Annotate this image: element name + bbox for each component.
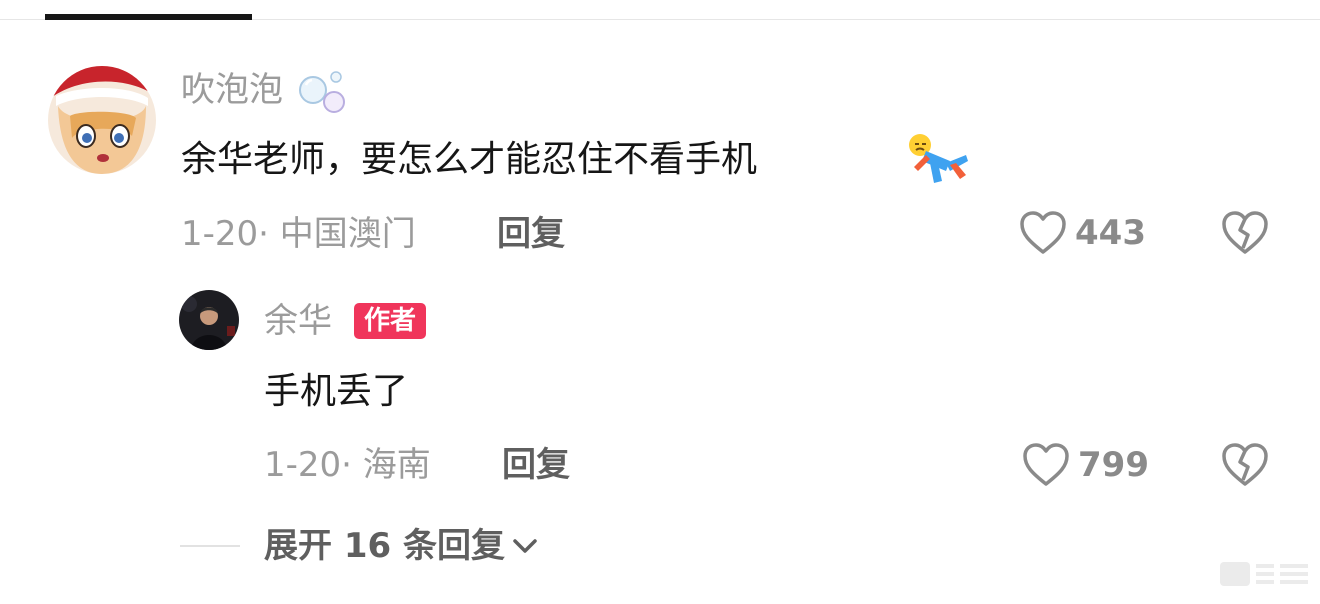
reply-like-count: 799 (1078, 445, 1149, 485)
reply-text: 手机丢了 (264, 371, 409, 412)
author-avatar[interactable] (179, 290, 239, 350)
broken-heart-icon (1222, 211, 1268, 254)
heart-icon (1023, 443, 1069, 486)
active-tab-indicator (45, 14, 252, 20)
expand-divider (180, 545, 240, 547)
anime-avatar-image (48, 66, 156, 174)
author-badge: 作者 (354, 303, 427, 339)
comment-dislike-button[interactable] (1221, 210, 1269, 260)
reply-like-button[interactable]: 799 (1022, 442, 1149, 488)
comment-reply-button[interactable]: 回复 (497, 214, 565, 254)
author-username[interactable]: 余华 (264, 301, 332, 341)
expand-replies-label: 展开 16 条回复 (264, 526, 505, 566)
comment-text: 余华老师，要怎么才能忍住不看手机 (181, 139, 758, 180)
expand-replies-button[interactable]: 展开 16 条回复 (264, 526, 539, 566)
heart-icon (1020, 211, 1066, 254)
bubbles-emoji (296, 68, 348, 114)
comment-meta: 1-20· 中国澳门 (181, 214, 416, 254)
commenter-username[interactable]: 吹泡泡 (181, 70, 283, 110)
broken-heart-icon (1222, 443, 1268, 486)
author-photo (179, 290, 239, 350)
comment-like-count: 443 (1075, 213, 1146, 253)
chevron-down-icon (513, 539, 537, 553)
reply-dislike-button[interactable] (1221, 442, 1269, 492)
lying-down-emoji (906, 131, 970, 187)
watermark-logo (1220, 556, 1312, 592)
commenter-avatar[interactable] (48, 66, 156, 174)
reply-reply-button[interactable]: 回复 (502, 445, 570, 485)
reply-meta: 1-20· 海南 (264, 445, 431, 485)
comment-like-button[interactable]: 443 (1019, 210, 1146, 256)
